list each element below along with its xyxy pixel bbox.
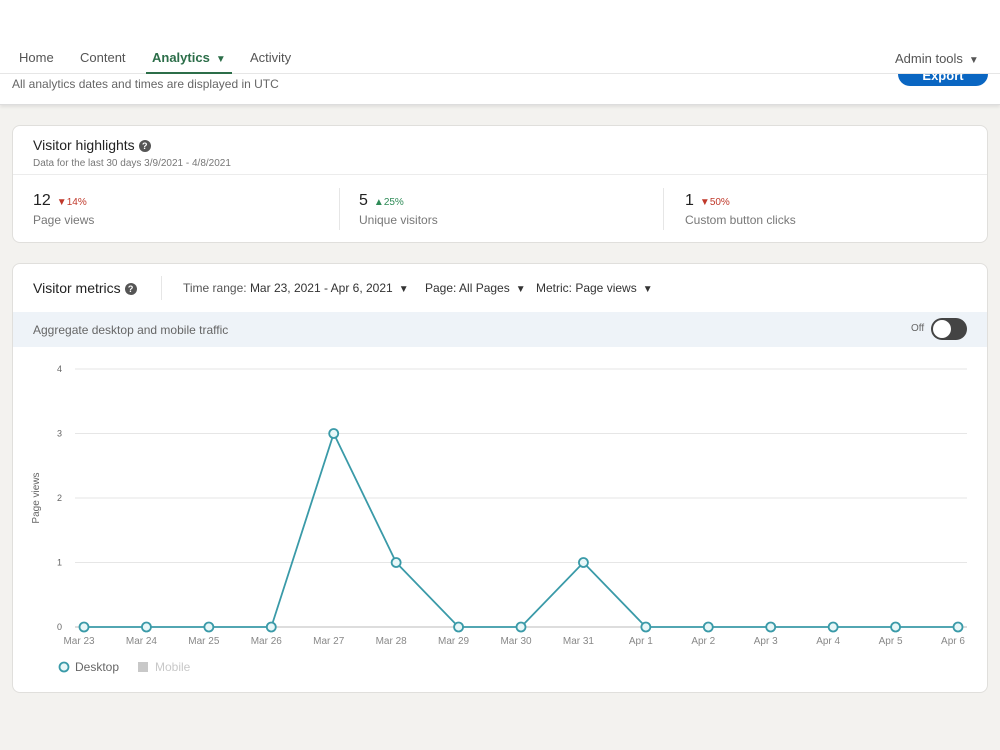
caret-down-icon: ▼ [642,284,653,295]
data-point [702,621,714,633]
stat-change-value: 14% [66,197,87,208]
legend-desktop-label: Desktop [75,660,119,674]
data-point [890,621,901,633]
page-value: Page: All Pages [425,281,510,295]
legend-desktop-icon [58,661,70,673]
stat-label: Unique visitors [359,213,438,227]
x-tick-label: Mar 31 [563,636,595,647]
x-tick-label: Apr 5 [879,636,903,647]
metric-value: Metric: Page views [536,281,637,295]
tab-activity[interactable]: Activity [250,50,291,74]
help-icon[interactable]: ? [124,283,137,295]
tab-analytics[interactable]: Analytics ▼ [146,50,232,74]
page-dropdown[interactable]: Page: All Pages ▼ [425,281,526,295]
x-tick-label: Apr 1 [629,636,653,647]
x-tick-label: Mar 28 [376,636,408,647]
x-tick-label: Mar 23 [63,636,95,647]
y-tick-label: 0 [57,622,62,632]
x-tick-label: Apr 2 [691,636,715,647]
data-point [515,621,527,633]
x-tick-label: Mar 26 [251,636,283,647]
stat-custom-button-clicks[interactable]: 1 ▼50% Custom button clicks [685,192,796,227]
divider [339,188,340,230]
y-tick-label: 3 [57,429,62,439]
stat-unique-visitors[interactable]: 5 ▲25% Unique visitors [359,192,438,227]
time-range-dropdown[interactable]: Time range: Mar 23, 2021 - Apr 6, 2021 ▼ [183,281,409,295]
data-point [203,621,215,633]
legend-mobile-label: Mobile [155,660,191,674]
nav-bar: Home Content Analytics ▼ Activity [0,50,1000,74]
tab-content[interactable]: Content [80,50,126,74]
desktop-series-line [84,431,958,628]
data-point [578,557,589,568]
data-point [390,557,402,568]
page-header: Home Content Analytics ▼ Activity Export … [0,0,1000,105]
tab-analytics-label: Analytics [152,50,210,65]
stat-change: ▲25% [373,197,404,208]
visitor-metrics-card: Visitor metrics? Time range: Mar 23, 202… [12,263,988,693]
utc-note: All analytics dates and times are displa… [12,77,279,91]
stat-page-views[interactable]: 12 ▼14% Page views [33,192,94,227]
caret-down-icon: ▼ [968,55,979,66]
stat-label: Custom button clicks [685,213,796,227]
metric-dropdown[interactable]: Metric: Page views ▼ [536,281,653,295]
data-point [265,621,277,633]
x-tick-label: Mar 27 [313,636,345,647]
aggregate-toggle[interactable] [931,318,967,340]
data-point [827,621,839,633]
legend-mobile-icon [138,662,148,672]
caret-down-icon: ▼ [515,284,526,295]
stat-label: Page views [33,213,95,227]
time-range-value: Mar 23, 2021 - Apr 6, 2021 [249,281,393,295]
tab-home[interactable]: Home [19,50,54,74]
time-range-label: Time range: [183,281,247,295]
divider [13,174,987,175]
data-point [765,621,777,633]
x-tick-label: Mar 29 [438,636,470,647]
help-icon[interactable]: ? [138,140,151,152]
page-views-chart: 0 1 2 3 4 Page views Mar 23 Mar 24 Mar 25 Mar 26 M… [31,364,967,674]
stat-change: ▼50% [699,197,730,208]
admin-tools-menu[interactable]: Admin tools ▼ [895,51,987,66]
y-tick-label: 4 [57,364,62,374]
highlights-title: Visitor highlights [33,137,135,153]
caret-down-icon: ▼ [215,54,226,65]
metrics-title: Visitor metrics [33,280,121,296]
admin-tools-label: Admin tools [895,51,963,66]
x-tick-label: Mar 30 [500,636,532,647]
x-tick-label: Apr 4 [816,636,840,647]
highlights-subtitle: Data for the last 30 days 3/9/2021 - 4/8… [33,158,231,169]
y-tick-label: 2 [57,493,62,503]
data-point [453,621,464,633]
x-tick-label: Mar 25 [188,636,220,647]
visitor-highlights-card: Visitor highlights? Data for the last 30… [12,125,988,243]
x-tick-label: Mar 24 [126,636,158,647]
x-tick-label: Apr 6 [941,636,965,647]
stat-change: ▼14% [56,197,87,208]
y-axis-label: Page views [31,472,42,523]
data-point [640,621,652,633]
toggle-state: Off [911,323,925,334]
data-point [141,621,152,633]
aggregate-bar: Aggregate desktop and mobile traffic Off [13,312,987,347]
data-point [78,621,90,633]
aggregate-label: Aggregate desktop and mobile traffic [33,323,229,337]
divider [663,188,664,230]
x-tick-label: Apr 3 [754,636,778,647]
y-tick-label: 1 [57,558,62,568]
data-point [952,621,964,633]
caret-down-icon: ▼ [398,284,409,295]
divider [161,276,162,300]
stat-change-value: 50% [709,197,730,208]
stat-value: 1 [685,192,694,209]
stat-value: 5 [359,192,368,209]
stat-change-value: 25% [383,197,404,208]
stat-value: 12 [33,192,51,209]
data-point [328,428,340,439]
